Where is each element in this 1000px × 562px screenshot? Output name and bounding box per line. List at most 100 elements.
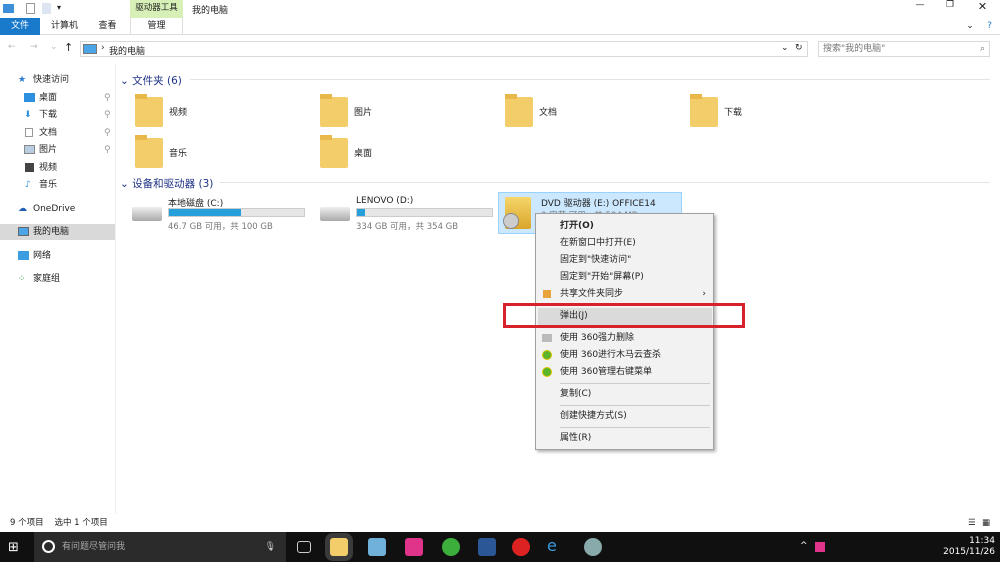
video-icon bbox=[25, 163, 34, 172]
nav-label: 网络 bbox=[33, 251, 52, 261]
expand-ribbon-icon[interactable]: ⌄ bbox=[960, 18, 980, 35]
drive-name: LENOVO (D:) bbox=[356, 196, 414, 206]
app-taskbar-icon[interactable] bbox=[368, 538, 386, 556]
app-taskbar-icon[interactable] bbox=[512, 538, 530, 556]
close-button[interactable]: ✕ bbox=[965, 0, 1000, 18]
clock[interactable]: 11:34 2015/11/26 bbox=[925, 536, 995, 558]
menu-properties[interactable]: 属性(R) bbox=[538, 430, 712, 447]
ribbon-tabs: 文件 计算机 查看 管理 ⌄ ? bbox=[0, 18, 1000, 35]
menu-separator bbox=[560, 383, 710, 384]
nav-label: 视频 bbox=[39, 163, 58, 173]
search-input[interactable]: 搜索"我的电脑" ⌕ bbox=[818, 41, 990, 57]
desktop-folder-icon bbox=[320, 135, 348, 168]
tab-computer[interactable]: 计算机 bbox=[42, 18, 87, 35]
nav-onedrive[interactable]: ☁ OneDrive bbox=[0, 201, 115, 217]
nav-videos[interactable]: 视频 bbox=[0, 160, 115, 176]
tray-expand-icon[interactable]: ^ bbox=[800, 541, 808, 551]
menu-create-shortcut[interactable]: 创建快捷方式(S) bbox=[538, 408, 712, 425]
folder-desktop[interactable]: 桌面 bbox=[320, 135, 500, 176]
menu-pin-quick-access[interactable]: 固定到"快速访问" bbox=[538, 252, 712, 269]
menu-open[interactable]: 打开(O) bbox=[538, 218, 712, 235]
folder-videos[interactable]: 视频 bbox=[135, 94, 315, 135]
app-taskbar-icon[interactable] bbox=[405, 538, 423, 556]
cloud-icon: ☁ bbox=[18, 204, 27, 214]
word-taskbar-icon[interactable] bbox=[478, 538, 496, 556]
menu-360-manage[interactable]: 使用 360管理右键菜单 bbox=[538, 364, 712, 381]
menu-pin-start[interactable]: 固定到"开始"屏幕(P) bbox=[538, 269, 712, 286]
nav-downloads[interactable]: ⬇ 下载 ⚲ bbox=[0, 107, 115, 123]
folder-pictures[interactable]: 图片 bbox=[320, 94, 500, 135]
start-button[interactable]: ⊞ bbox=[8, 540, 19, 555]
forward-button[interactable]: → bbox=[30, 42, 38, 52]
navigation-pane: ★ 快速访问 桌面 ⚲ ⬇ 下载 ⚲ 文档 ⚲ 图片 ⚲ 视频 ♪ 音乐 ☁ OneDrive … bbox=[0, 64, 116, 514]
nav-this-pc[interactable]: 我的电脑 bbox=[0, 224, 115, 240]
maximize-button[interactable]: ❐ bbox=[935, 0, 965, 18]
refresh-button[interactable]: ↻ bbox=[795, 43, 803, 53]
music-folder-icon bbox=[135, 135, 163, 168]
status-bar: 9 个项目 选中 1 个项目 ☰ ▦ bbox=[0, 515, 1000, 532]
breadcrumb-this-pc[interactable]: 我的电脑 bbox=[109, 44, 145, 57]
file-explorer-taskbar-icon[interactable] bbox=[330, 538, 348, 556]
help-icon[interactable]: ? bbox=[982, 18, 997, 35]
properties-icon[interactable] bbox=[26, 3, 35, 14]
address-bar[interactable]: › 我的电脑 ⌄ ↻ bbox=[80, 41, 808, 57]
tab-file[interactable]: 文件 bbox=[0, 18, 40, 35]
task-view-button[interactable] bbox=[297, 541, 311, 553]
nav-desktop[interactable]: 桌面 ⚲ bbox=[0, 90, 115, 106]
nav-label: OneDrive bbox=[33, 204, 76, 214]
nav-music[interactable]: ♪ 音乐 bbox=[0, 177, 115, 193]
recent-dropdown[interactable]: ⌄ bbox=[50, 42, 58, 52]
search-placeholder: 有问题尽管问我 bbox=[62, 542, 126, 552]
360-browser-taskbar-icon[interactable] bbox=[442, 538, 460, 556]
new-folder-icon[interactable] bbox=[42, 3, 51, 14]
drive-usage-bar bbox=[168, 208, 305, 217]
menu-share-sync[interactable]: 共享文件夹同步 › bbox=[538, 286, 712, 303]
nav-pictures[interactable]: 图片 ⚲ bbox=[0, 142, 115, 158]
cortana-icon bbox=[42, 540, 55, 553]
drive-d[interactable]: LENOVO (D:) 334 GB 可用，共 354 GB bbox=[318, 193, 498, 233]
tab-view[interactable]: 查看 bbox=[90, 18, 125, 35]
menu-label: 使用 360强力删除 bbox=[560, 333, 635, 343]
selected-count: 选中 1 个项目 bbox=[54, 518, 108, 528]
drive-c[interactable]: 本地磁盘 (C:) 46.7 GB 可用，共 100 GB bbox=[130, 193, 310, 233]
download-folder-icon bbox=[690, 94, 718, 127]
nav-quick-access[interactable]: ★ 快速访问 bbox=[0, 72, 115, 88]
hard-drive-icon bbox=[320, 207, 350, 221]
ie-taskbar-icon[interactable]: e bbox=[547, 536, 565, 555]
drives-section-header[interactable]: ⌄ 设备和驱动器 (3) bbox=[120, 176, 990, 191]
customize-dropdown-icon[interactable]: ▾ bbox=[57, 3, 61, 12]
360-icon bbox=[542, 350, 552, 360]
title-bar: ▾ 驱动器工具 我的电脑 — ❐ ✕ bbox=[0, 0, 1000, 18]
menu-separator bbox=[560, 427, 710, 428]
folder-label: 音乐 bbox=[169, 149, 188, 159]
minimize-button[interactable]: — bbox=[905, 0, 935, 18]
folder-label: 视频 bbox=[169, 108, 188, 118]
app-taskbar-icon[interactable] bbox=[584, 538, 602, 556]
cortana-search[interactable]: 有问题尽管问我 🎙 bbox=[34, 532, 286, 562]
up-button[interactable]: ↑ bbox=[64, 41, 73, 54]
picture-icon bbox=[24, 145, 35, 154]
tray-app-icon[interactable] bbox=[815, 542, 825, 552]
address-dropdown[interactable]: ⌄ bbox=[781, 43, 789, 53]
folder-music[interactable]: 音乐 bbox=[135, 135, 315, 176]
drive-usage-bar bbox=[356, 208, 493, 217]
tab-manage[interactable]: 管理 bbox=[130, 18, 183, 35]
nav-network[interactable]: 网络 bbox=[0, 248, 115, 264]
time: 11:34 bbox=[969, 536, 995, 546]
folders-section-header[interactable]: ⌄ 文件夹 (6) bbox=[120, 73, 990, 88]
folder-documents[interactable]: 文档 bbox=[505, 94, 685, 135]
menu-copy[interactable]: 复制(C) bbox=[538, 386, 712, 403]
menu-360-delete[interactable]: 使用 360强力删除 bbox=[538, 330, 712, 347]
folder-downloads[interactable]: 下载 bbox=[690, 94, 870, 135]
computer-icon bbox=[83, 44, 97, 54]
menu-open-new-window[interactable]: 在新窗口中打开(E) bbox=[538, 235, 712, 252]
microphone-icon: 🎙 bbox=[264, 542, 276, 552]
menu-360-scan[interactable]: 使用 360进行木马云查杀 bbox=[538, 347, 712, 364]
nav-documents[interactable]: 文档 ⚲ bbox=[0, 125, 115, 141]
back-button[interactable]: ← bbox=[8, 42, 16, 52]
nav-homegroup[interactable]: ⁘ 家庭组 bbox=[0, 271, 115, 287]
menu-separator bbox=[560, 405, 710, 406]
submenu-arrow-icon: › bbox=[702, 289, 706, 299]
details-view-button[interactable]: ☰ bbox=[968, 515, 976, 532]
tiles-view-button[interactable]: ▦ bbox=[982, 515, 990, 532]
